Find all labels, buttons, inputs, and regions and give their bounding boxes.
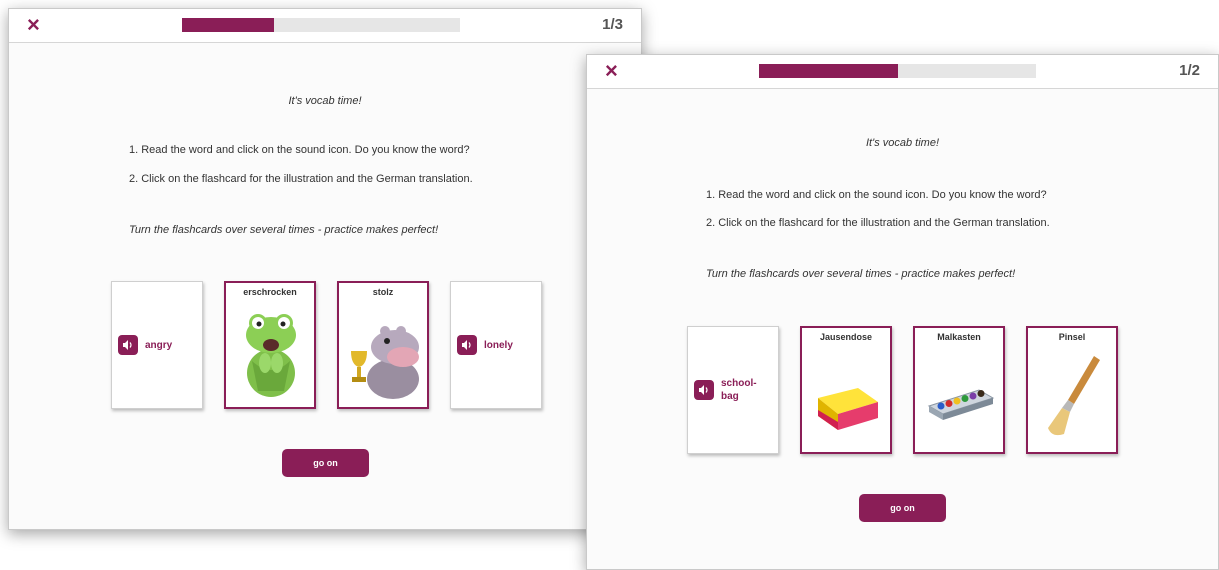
- intro-text: It's vocab time!: [865, 137, 939, 149]
- go-on-button[interactable]: go on: [282, 449, 369, 477]
- flashcard-stolz[interactable]: stolz: [337, 281, 429, 409]
- close-icon[interactable]: ×: [27, 13, 40, 37]
- frog-illustration: [246, 314, 296, 397]
- card-title: stolz: [372, 287, 394, 297]
- hint-text: Turn the flashcards over several times -…: [129, 224, 439, 236]
- top-bar: × 1/2: [587, 55, 1218, 89]
- paintbox-illustration: [927, 389, 995, 420]
- flashcard-lonely[interactable]: lonely: [450, 281, 542, 409]
- vocab-screen-1: × 1/3 It's vocab time! 1. Read the word …: [8, 8, 642, 530]
- instruction-step-2: 2. Click on the flashcard for the illust…: [129, 173, 473, 185]
- instruction-step-1: 1. Read the word and click on the sound …: [129, 144, 470, 156]
- lunchbox-illustration: [818, 388, 878, 430]
- instruction-step-2: 2. Click on the flashcard for the illust…: [706, 217, 1050, 229]
- hint-text: Turn the flashcards over several times -…: [706, 268, 1016, 280]
- card-title: Jausendose: [819, 332, 873, 342]
- progress-bar: [759, 64, 1036, 78]
- step-counter: 1/3: [602, 16, 623, 33]
- sound-icon[interactable]: [694, 380, 714, 400]
- progress-fill: [182, 18, 274, 32]
- card-word: lonely: [484, 339, 513, 351]
- flashcard-erschrocken[interactable]: erschrocken: [224, 281, 316, 409]
- card-word: angry: [145, 339, 173, 351]
- card-word: school- bag: [721, 378, 757, 402]
- sound-icon[interactable]: [118, 335, 138, 355]
- top-bar: × 1/3: [9, 9, 641, 43]
- flashcard-school-bag[interactable]: school- bag: [687, 326, 779, 454]
- flashcard-angry[interactable]: angry: [111, 281, 203, 409]
- intro-text: It's vocab time!: [288, 95, 362, 107]
- card-title: erschrocken: [243, 287, 297, 297]
- progress-bar: [182, 18, 460, 32]
- card-title: Pinsel: [1058, 332, 1086, 342]
- vocab-screen-2: × 1/2 It's vocab time! 1. Read the word …: [586, 54, 1219, 570]
- flashcard-jausendose[interactable]: Jausendose: [800, 326, 892, 454]
- card-title: Malkasten: [937, 332, 981, 342]
- close-icon[interactable]: ×: [605, 59, 618, 83]
- hippo-trophy-illustration: [351, 326, 419, 399]
- flashcard-pinsel[interactable]: Pinsel: [1026, 326, 1118, 454]
- go-on-button[interactable]: go on: [859, 494, 946, 522]
- sound-icon[interactable]: [457, 335, 477, 355]
- flashcard-malkasten[interactable]: Malkasten: [913, 326, 1005, 454]
- brush-illustration: [1048, 356, 1100, 436]
- progress-fill: [759, 64, 898, 78]
- instruction-step-1: 1. Read the word and click on the sound …: [706, 189, 1047, 201]
- step-counter: 1/2: [1179, 62, 1200, 79]
